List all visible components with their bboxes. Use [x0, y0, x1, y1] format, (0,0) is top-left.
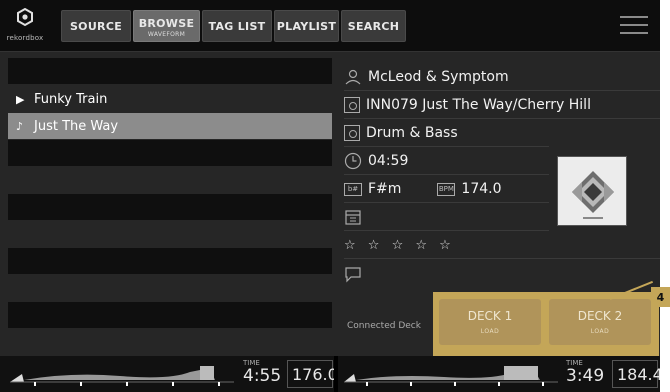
tab-playlist[interactable]: PLAYLIST: [274, 10, 339, 42]
tab-tag-list[interactable]: TAG LIST: [202, 10, 272, 42]
tab-playlist-label: PLAYLIST: [276, 19, 337, 33]
list-row-empty: [8, 221, 332, 247]
deck-left-time: 4:55: [243, 366, 282, 386]
rating-line: ☆ ☆ ☆ ☆ ☆: [344, 232, 660, 259]
bpm-icon: BPM: [437, 182, 456, 196]
genre-icon: [344, 125, 360, 141]
deck-1-load-label: LOAD: [480, 328, 500, 335]
music-note-icon: ♪: [16, 119, 24, 133]
deck-1-label: DECK 1: [467, 309, 513, 323]
list-row-empty: [8, 248, 332, 274]
deck-left-bpm: 176.0: [287, 360, 338, 388]
album-artwork: [557, 156, 627, 226]
tab-browse[interactable]: BROWSE WAVEFORM: [133, 10, 200, 42]
comment-icon: [345, 266, 361, 282]
key-bpm-line: b# F#m BPM 174.0: [344, 176, 549, 203]
list-row-empty: [8, 302, 332, 328]
clock-icon: [344, 152, 362, 170]
logo-text: rekordbox: [6, 34, 44, 42]
track-title: Funky Train: [34, 91, 108, 107]
deck-right-bpm: 184.4: [612, 360, 660, 388]
list-row-empty: [8, 194, 332, 220]
deck-right-waveform: [344, 366, 558, 386]
person-icon: [345, 69, 361, 85]
callout-number: 4: [651, 287, 670, 307]
genre-line: Drum & Bass: [344, 120, 549, 147]
top-bar: rekordbox SOURCE BROWSE WAVEFORM TAG LIS…: [0, 0, 660, 52]
play-icon: ▶: [16, 92, 25, 106]
list-row-empty: [8, 275, 332, 301]
rating-stars[interactable]: ☆ ☆ ☆ ☆ ☆: [344, 238, 455, 253]
track-info-panel: McLeod & Symptom INN079 Just The Way/Che…: [336, 58, 660, 356]
calendar-icon: [345, 210, 361, 225]
rekordbox-logo-icon: [17, 8, 33, 27]
deck-2-load-button[interactable]: DECK 2 LOAD: [549, 299, 651, 345]
key-value: F#m: [368, 181, 402, 197]
album-icon: [344, 97, 360, 113]
genre-name: Drum & Bass: [366, 125, 458, 141]
album-line: INN079 Just The Way/Cherry Hill: [344, 92, 660, 119]
artist-line: McLeod & Symptom: [344, 64, 660, 91]
tab-source[interactable]: SOURCE: [61, 10, 131, 42]
track-row-funky-train[interactable]: ▶ Funky Train: [8, 86, 332, 112]
rekordbox-logo[interactable]: rekordbox: [6, 6, 44, 46]
key-icon: b#: [344, 182, 362, 196]
tab-source-label: SOURCE: [69, 19, 123, 33]
deck-2-label: DECK 2: [577, 309, 623, 323]
tab-search[interactable]: SEARCH: [341, 10, 406, 42]
track-row-just-the-way[interactable]: ♪ Just The Way: [8, 113, 332, 139]
list-row-empty: [8, 140, 332, 166]
menu-icon[interactable]: [620, 14, 648, 36]
deck-right-time: 3:49: [566, 366, 605, 386]
status-bar: TIME 4:55 176.0 TIME 3:49 184.4: [0, 356, 660, 392]
comment-line: [344, 260, 660, 287]
tab-browse-sublabel: WAVEFORM: [147, 31, 186, 38]
track-title: Just The Way: [34, 118, 119, 134]
list-row-empty: [8, 167, 332, 193]
deck-buttons-highlight: DECK 1 LOAD DECK 2 LOAD: [433, 292, 659, 356]
tab-tag-list-label: TAG LIST: [208, 19, 266, 33]
rekordbox-screen: rekordbox SOURCE BROWSE WAVEFORM TAG LIS…: [0, 0, 660, 392]
tab-browse-label: BROWSE: [138, 17, 195, 30]
list-row-empty: [8, 58, 332, 84]
connected-deck-label: Connected Deck: [347, 321, 421, 331]
deck-2-load-label: LOAD: [590, 328, 610, 335]
tab-search-label: SEARCH: [347, 19, 400, 33]
track-list: ▶ Funky Train ♪ Just The Way: [0, 58, 334, 356]
artist-name: McLeod & Symptom: [368, 69, 509, 85]
status-divider: [334, 356, 338, 392]
bpm-value: 174.0: [461, 181, 502, 197]
duration-value: 04:59: [368, 153, 409, 169]
deck-1-load-button[interactable]: DECK 1 LOAD: [439, 299, 541, 345]
duration-line: 04:59: [344, 148, 549, 175]
artwork-image: [558, 157, 626, 225]
album-name: INN079 Just The Way/Cherry Hill: [366, 97, 591, 113]
date-line: [344, 204, 549, 231]
list-row-empty: [8, 329, 332, 356]
deck-left-waveform: [10, 366, 234, 386]
